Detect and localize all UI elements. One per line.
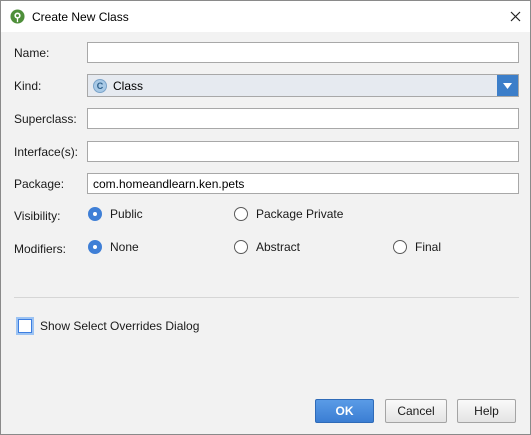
visibility-package-private-label: Package Private <box>256 207 344 221</box>
modifiers-abstract-label: Abstract <box>256 240 301 254</box>
kind-label: Kind: <box>14 79 42 93</box>
checkbox-box <box>18 319 32 333</box>
radio-indicator <box>88 207 102 221</box>
visibility-package-private-radio[interactable]: Package Private <box>234 207 343 221</box>
name-label: Name: <box>14 46 50 60</box>
cancel-button[interactable]: Cancel <box>385 399 447 423</box>
modifiers-none-label: None <box>110 240 139 254</box>
visibility-public-radio[interactable]: Public <box>88 207 143 221</box>
divider <box>14 297 519 298</box>
ok-button[interactable]: OK <box>315 399 374 423</box>
chevron-down-icon <box>503 82 512 89</box>
radio-indicator <box>234 240 248 254</box>
interfaces-field[interactable] <box>87 141 519 162</box>
window-title: Create New Class <box>32 10 129 24</box>
modifiers-label: Modifiers: <box>14 242 67 256</box>
kind-dropdown[interactable]: C Class <box>87 74 519 97</box>
class-icon: C <box>93 79 107 93</box>
package-label: Package: <box>14 177 65 191</box>
dropdown-arrow-button[interactable] <box>497 75 518 96</box>
close-icon <box>510 11 520 22</box>
visibility-public-label: Public <box>110 207 143 221</box>
radio-indicator <box>234 207 248 221</box>
superclass-label: Superclass: <box>14 112 77 126</box>
create-new-class-dialog: Create New Class Name: Kind: C Class Sup… <box>0 0 531 435</box>
kind-selected-value: Class <box>113 79 144 93</box>
close-button[interactable] <box>500 1 530 32</box>
modifiers-final-radio[interactable]: Final <box>393 240 441 254</box>
package-field[interactable] <box>87 173 519 194</box>
show-overrides-label: Show Select Overrides Dialog <box>40 319 200 333</box>
android-studio-icon <box>10 9 25 24</box>
superclass-field[interactable] <box>87 108 519 129</box>
visibility-label: Visibility: <box>14 209 61 223</box>
radio-indicator <box>393 240 407 254</box>
modifiers-abstract-radio[interactable]: Abstract <box>234 240 300 254</box>
name-field[interactable] <box>87 42 519 63</box>
modifiers-final-label: Final <box>415 240 442 254</box>
radio-indicator <box>88 240 102 254</box>
help-button[interactable]: Help <box>457 399 516 423</box>
show-overrides-checkbox[interactable]: Show Select Overrides Dialog <box>18 319 199 333</box>
interfaces-label: Interface(s): <box>14 145 79 159</box>
modifiers-none-radio[interactable]: None <box>88 240 139 254</box>
title-bar: Create New Class <box>1 1 530 32</box>
